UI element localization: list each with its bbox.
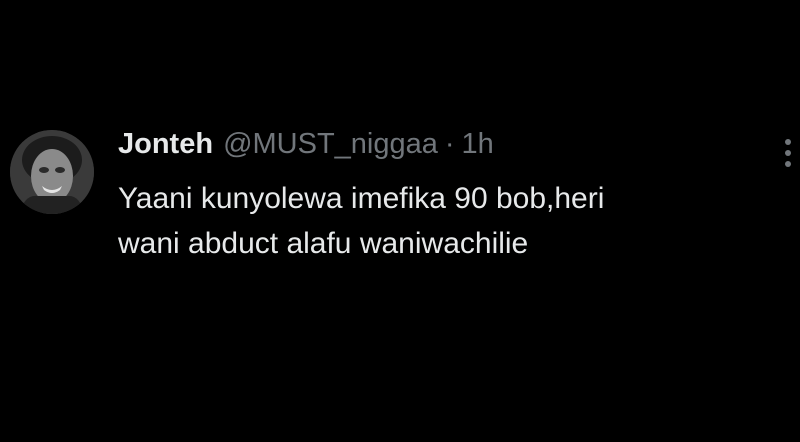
more-options-button[interactable] [774, 134, 800, 174]
tweet-card[interactable]: Jonteh @MUST_niggaa · 1h Yaani kunyolewa… [0, 0, 800, 442]
tweet-text-line-1: Yaani kunyolewa imefika 90 bob,heri [118, 182, 605, 215]
more-options-icon [785, 139, 791, 167]
author-avatar[interactable] [10, 130, 94, 214]
tweet-body: Jonteh @MUST_niggaa · 1h Yaani kunyolewa… [118, 128, 758, 266]
header-separator: · [444, 128, 455, 160]
tweet-text-line-2: wani abduct alafu waniwachilie [118, 227, 529, 260]
tweet-header: Jonteh @MUST_niggaa · 1h [118, 128, 758, 172]
avatar-photo-icon [10, 130, 94, 214]
tweet-text: Yaani kunyolewa imefika 90 bob,heri wani… [118, 176, 758, 266]
author-handle[interactable]: @MUST_niggaa [223, 128, 438, 161]
tweet-timestamp[interactable]: 1h [462, 128, 494, 161]
author-display-name[interactable]: Jonteh [118, 128, 213, 161]
